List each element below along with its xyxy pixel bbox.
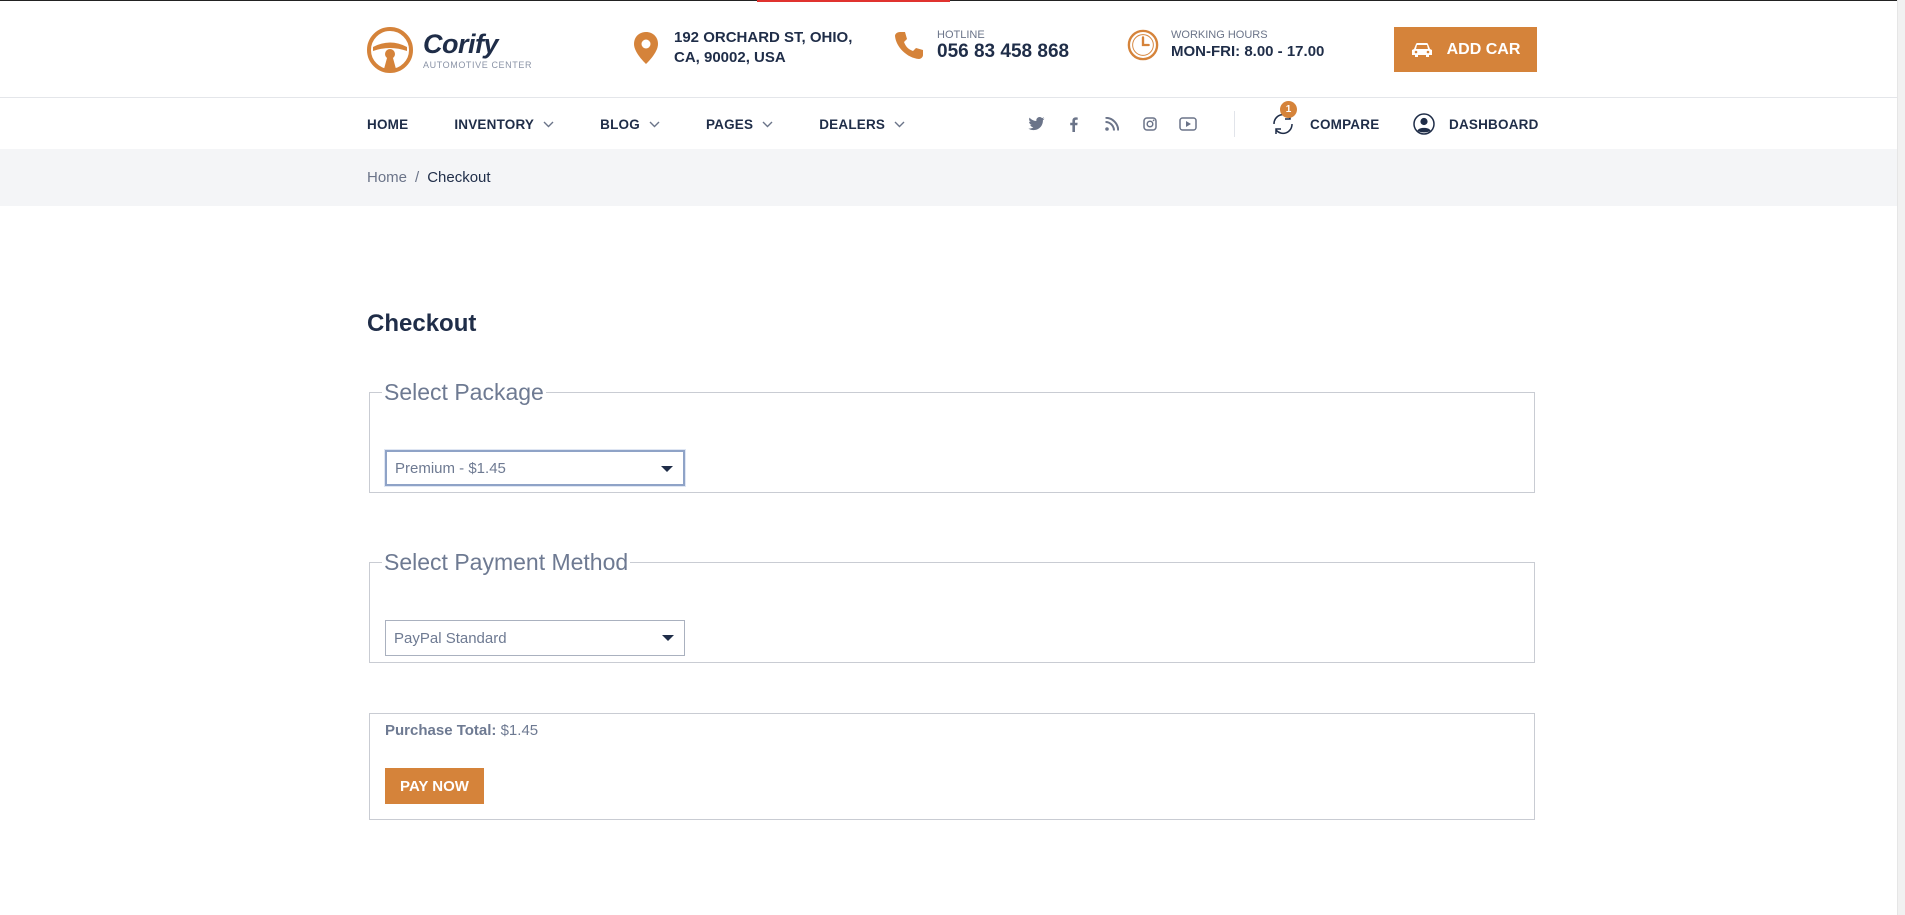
dashboard-label: DASHBOARD (1449, 116, 1539, 132)
pay-now-button[interactable]: PAY NOW (385, 768, 484, 804)
compare-count-badge: 1 (1280, 101, 1297, 118)
nav-item-label: PAGES (705, 116, 754, 132)
youtube-icon[interactable] (1178, 114, 1198, 134)
hotline-block: HOTLINE 056 83 458 868 (893, 28, 1069, 62)
dropdown-caret-icon (661, 466, 673, 472)
brand-name: Corify (423, 29, 499, 59)
compare-link[interactable]: 1 COMPARE (1270, 99, 1379, 149)
compare-label: COMPARE (1310, 116, 1380, 132)
payment-method-legend: Select Payment Method (384, 549, 629, 575)
hotline-number[interactable]: 056 83 458 868 (937, 42, 1069, 62)
nav-divider (1234, 111, 1235, 137)
add-car-label: ADD CAR (1446, 40, 1521, 58)
nav-item-dealers[interactable]: DEALERS (819, 117, 905, 132)
page-title: Checkout (367, 310, 477, 337)
purchase-total-box: Purchase Total: $1.45 PAY NOW (369, 713, 1535, 820)
package-select[interactable]: Premium - $1.45 (385, 450, 685, 486)
breadcrumb-bar: Home / Checkout (0, 149, 1897, 206)
user-icon (1413, 113, 1435, 135)
breadcrumb-separator: / (415, 169, 420, 186)
chevron-down-icon (543, 121, 554, 127)
breadcrumb-current: Checkout (427, 169, 491, 186)
working-hours-value: MON-FRI: 8.00 - 17.00 (1171, 43, 1325, 60)
dropdown-caret-icon (662, 635, 674, 641)
twitter-icon[interactable] (1026, 114, 1046, 134)
purchase-total-value: $1.45 (500, 722, 539, 739)
car-icon (1411, 42, 1432, 57)
page-scrollbar[interactable] (1897, 0, 1905, 915)
main-nav: HOME INVENTORY BLOG PAGES DEALERS 1 COMP… (0, 99, 1897, 149)
nav-item-blog[interactable]: BLOG (600, 117, 660, 132)
nav-item-label: HOME (367, 116, 409, 132)
nav-item-home[interactable]: HOME (367, 117, 408, 132)
payment-method-fieldset: Select Payment Method PayPal Standard (369, 549, 1535, 663)
breadcrumb: Home / Checkout (367, 149, 491, 206)
nav-item-inventory[interactable]: INVENTORY (454, 117, 554, 132)
chevron-down-icon (762, 121, 773, 127)
brand-tagline: AUTOMOTIVE CENTER (423, 60, 533, 70)
working-hours-label: WORKING HOURS (1171, 29, 1268, 41)
nav-item-label: DEALERS (819, 116, 886, 132)
purchase-total-label: Purchase Total: (385, 722, 497, 739)
nav-item-pages[interactable]: PAGES (706, 117, 773, 132)
compare-icon: 1 (1270, 101, 1297, 137)
instagram-icon[interactable] (1140, 114, 1160, 134)
nav-item-label: BLOG (600, 116, 640, 132)
dashboard-link[interactable]: DASHBOARD (1413, 99, 1539, 149)
steering-wheel-logo-icon (367, 27, 413, 73)
social-links (1026, 99, 1216, 149)
nav-item-label: INVENTORY (454, 116, 535, 132)
address-line-1: 192 ORCHARD ST, OHIO, (674, 29, 853, 46)
breadcrumb-home-link[interactable]: Home (367, 169, 407, 186)
facebook-icon[interactable] (1064, 114, 1084, 134)
working-hours-block: WORKING HOURS MON-FRI: 8.00 - 17.00 (1127, 28, 1324, 62)
rss-icon[interactable] (1102, 114, 1122, 134)
package-legend: Select Package (384, 379, 544, 405)
address-block: 192 ORCHARD ST, OHIO, CA, 90002, USA (630, 28, 852, 68)
purchase-total: Purchase Total: $1.45 (385, 722, 538, 739)
chevron-down-icon (894, 121, 905, 127)
payment-method-select-value: PayPal Standard (394, 629, 507, 647)
clock-icon (1127, 28, 1159, 62)
site-header: Corify AUTOMOTIVE CENTER 192 ORCHARD ST,… (0, 1, 1897, 98)
hotline-label: HOTLINE (937, 29, 985, 41)
phone-icon (893, 28, 925, 62)
address-line-2: CA, 90002, USA (674, 49, 786, 66)
add-car-button[interactable]: ADD CAR (1394, 27, 1537, 72)
site-logo[interactable]: Corify AUTOMOTIVE CENTER (367, 27, 532, 73)
package-fieldset: Select Package Premium - $1.45 (369, 379, 1535, 493)
chevron-down-icon (649, 121, 660, 127)
location-pin-icon (630, 31, 662, 65)
package-select-value: Premium - $1.45 (395, 459, 506, 477)
payment-method-select[interactable]: PayPal Standard (385, 620, 685, 656)
